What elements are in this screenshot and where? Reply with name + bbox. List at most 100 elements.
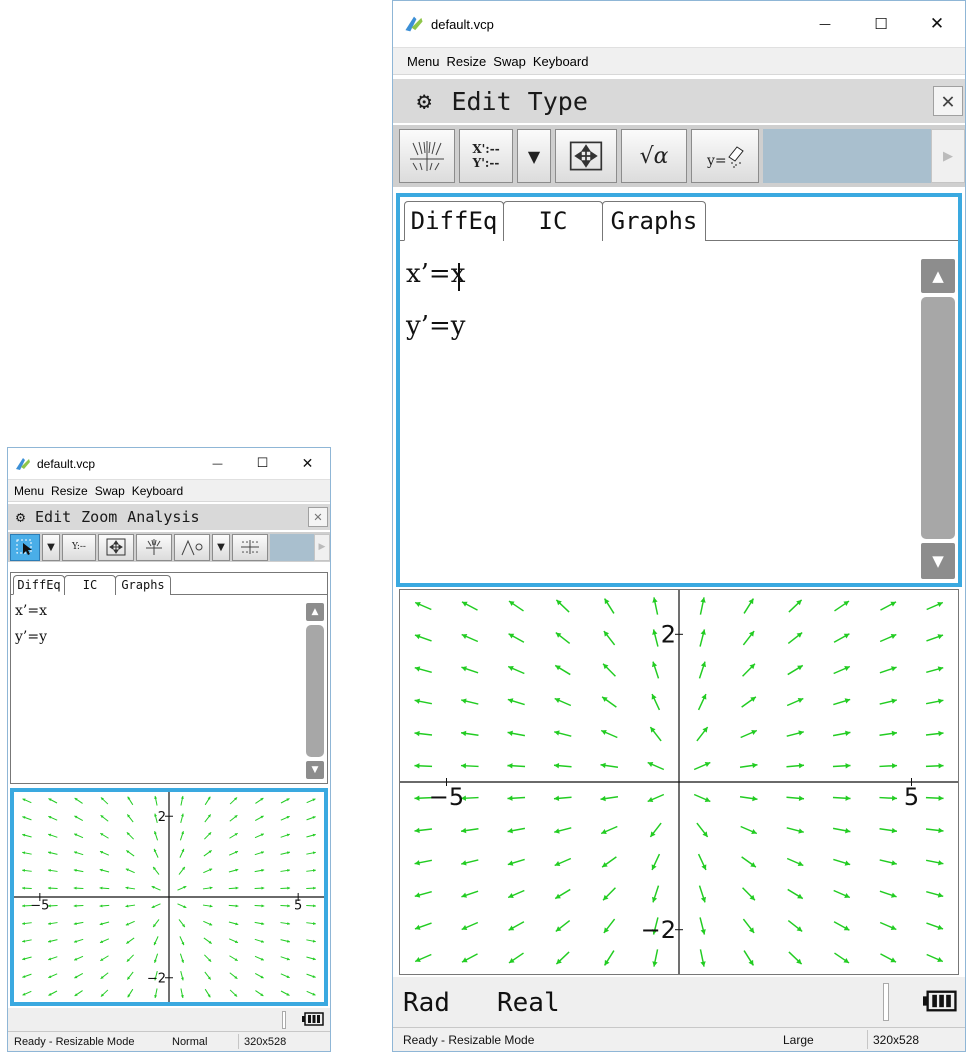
tab-bar: DiffEq IC Graphs	[11, 573, 327, 595]
tab-diffeq[interactable]: DiffEq	[404, 201, 504, 241]
toolbar-spacer	[270, 533, 314, 561]
slope-field-icon[interactable]	[136, 533, 172, 561]
select-arrow-icon[interactable]	[10, 533, 40, 561]
menu-item-menu[interactable]: Menu	[14, 484, 44, 498]
maximize-button[interactable]: ☐	[240, 448, 285, 479]
slope-arrow-head	[507, 730, 513, 736]
scroll-down-icon[interactable]: ▼	[306, 761, 324, 779]
slope-arrow-head	[414, 795, 420, 801]
tab-ic[interactable]: IC	[64, 575, 116, 595]
close-button[interactable]: ✕	[909, 1, 965, 47]
slope-arrow-head	[261, 904, 265, 908]
number-mode[interactable]: Real	[497, 988, 560, 1018]
scroll-right-icon[interactable]: ▶	[931, 129, 965, 183]
grid-dots-icon[interactable]	[232, 533, 268, 561]
angle-mode[interactable]: Rad	[403, 988, 450, 1018]
slope-arrow-head	[700, 597, 706, 603]
menu-item-swap[interactable]: Swap	[493, 54, 526, 69]
slope-arrow-head	[235, 886, 239, 890]
scroll-right-icon[interactable]: ▶	[314, 533, 330, 561]
slope-arrow-head	[700, 961, 706, 967]
title-bar[interactable]: default.vcp — ☐ ✕	[8, 448, 330, 479]
menu-type[interactable]: Type	[528, 87, 588, 116]
dropdown-arrow-icon[interactable]: ▼	[42, 533, 60, 561]
x-tick-label-left: −5	[30, 898, 49, 913]
equation-x-prime[interactable]: x’=x	[15, 603, 47, 619]
slope-arrow-head	[938, 698, 944, 704]
scroll-up-icon[interactable]: ▲	[306, 603, 324, 621]
slope-arrow-head	[845, 795, 851, 801]
scroll-up-icon[interactable]: ▲	[921, 259, 955, 293]
dropdown-arrow-icon[interactable]: ▼	[517, 129, 551, 183]
title-bar[interactable]: default.vcp — ☐ ✕	[393, 1, 965, 47]
menu-analysis[interactable]: Analysis	[127, 508, 199, 526]
dropdown-arrow-icon[interactable]: ▼	[212, 533, 230, 561]
graph-window[interactable]: 2 −2 −5 5	[399, 589, 959, 975]
y-tick-label-top: 2	[661, 621, 676, 649]
close-app-icon[interactable]: ✕	[933, 86, 963, 116]
minimize-button[interactable]: —	[195, 448, 240, 479]
slope-arrow-head	[938, 795, 944, 801]
slope-arrow-head	[652, 961, 658, 967]
slope-arrow-head	[99, 904, 103, 908]
vertical-scrollbar[interactable]	[921, 297, 955, 539]
y-erase-icon[interactable]: y=	[691, 129, 759, 183]
menu-item-keyboard[interactable]: Keyboard	[132, 484, 183, 498]
y-tick-label-bottom: −2	[641, 916, 676, 944]
sqrt-alpha-icon[interactable]: √α	[621, 129, 687, 183]
tab-ic[interactable]: IC	[503, 201, 603, 241]
zoom-fit-icon[interactable]	[555, 129, 617, 183]
slope-arrow-head	[700, 629, 706, 635]
slope-arrow-head	[460, 763, 467, 769]
menu-item-resize[interactable]: Resize	[51, 484, 88, 498]
slope-arrow-head	[287, 904, 291, 908]
equation-y-prime[interactable]: y’=y	[15, 629, 47, 645]
app-icon	[14, 455, 32, 473]
y-tick-label-top: 2	[158, 810, 166, 825]
menu-item-resize[interactable]: Resize	[447, 54, 487, 69]
scroll-down-icon[interactable]: ▼	[921, 543, 955, 579]
minimize-button[interactable]: —	[797, 1, 853, 47]
graph-window[interactable]: 2 −2 −5 5	[10, 788, 328, 1006]
menu-edit[interactable]: Edit	[35, 508, 71, 526]
mode-status-area: Rad Real	[393, 977, 965, 1029]
settings-gear-icon[interactable]: ⚙	[16, 508, 25, 526]
battery-icon	[923, 989, 957, 1013]
x-y-prime-icon[interactable]: X':-- Y':--	[459, 129, 513, 183]
slope-arrow-head	[73, 886, 77, 890]
equation-text: x’=x	[406, 259, 466, 289]
large-calculator-window: default.vcp — ☐ ✕ Menu Resize Swap Keybo…	[392, 0, 966, 1052]
close-app-icon[interactable]: ✕	[308, 507, 328, 527]
equation-x-prime[interactable]: x’=x	[406, 259, 466, 291]
slope-arrow-head	[700, 929, 706, 935]
menu-item-menu[interactable]: Menu	[407, 54, 440, 69]
tab-graphs[interactable]: Graphs	[602, 201, 706, 241]
y-equals-icon[interactable]: Y:--	[62, 533, 96, 561]
settings-gear-icon[interactable]: ⚙	[417, 87, 431, 115]
menu-item-keyboard[interactable]: Keyboard	[533, 54, 589, 69]
slope-arrow-head	[507, 828, 513, 834]
zoom-fit-icon[interactable]	[98, 533, 134, 561]
equation-editor[interactable]: DiffEq IC Graphs x’=x y’=y ▲ ▼	[10, 572, 328, 784]
maximize-button[interactable]: ☐	[853, 1, 909, 47]
menu-edit[interactable]: Edit	[451, 87, 511, 116]
menu-item-swap[interactable]: Swap	[95, 484, 125, 498]
menu-zoom[interactable]: Zoom	[81, 508, 117, 526]
tab-diffeq[interactable]: DiffEq	[13, 575, 65, 595]
slope-arrow-head	[22, 904, 25, 908]
slope-arrow-head	[461, 698, 467, 704]
tab-graphs[interactable]: Graphs	[115, 575, 171, 595]
slope-arrow-head	[414, 860, 420, 866]
equation-editor[interactable]: DiffEq IC Graphs x’=x y’=y ▲ ▼	[396, 193, 962, 587]
slope-arrow-head	[798, 762, 805, 769]
status-divider	[883, 983, 889, 1021]
icon-toolbar: ▼ Y:-- ▼ ▶	[8, 532, 330, 562]
vertical-scrollbar[interactable]	[306, 625, 324, 757]
mode-status-area	[8, 1008, 330, 1032]
close-button[interactable]: ✕	[285, 448, 330, 479]
slope-arrow-head	[891, 763, 898, 769]
status-bar: Ready - Resizable Mode Normal 320x528	[8, 1031, 330, 1051]
trace-graph-icon[interactable]	[174, 533, 210, 561]
equation-y-prime[interactable]: y’=y	[406, 311, 465, 341]
slope-field-icon[interactable]	[399, 129, 455, 183]
